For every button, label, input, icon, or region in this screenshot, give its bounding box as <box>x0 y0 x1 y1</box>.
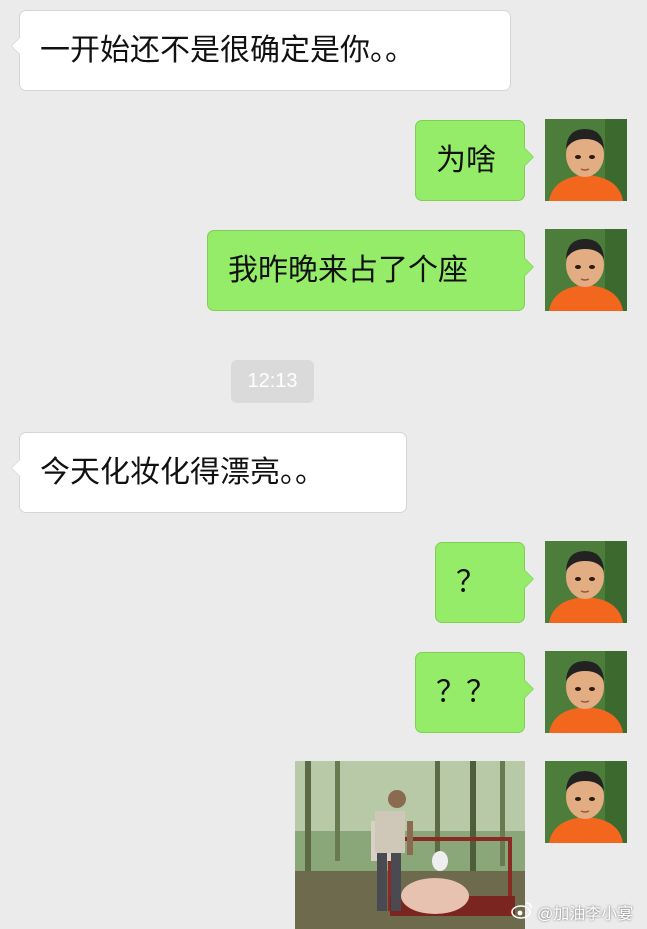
message-text: 我昨晚来占了个座 <box>228 252 468 288</box>
avatar[interactable] <box>545 119 627 201</box>
weibo-icon <box>511 901 533 924</box>
boy-portrait-icon <box>545 761 627 843</box>
message-text: 为啥 <box>436 142 496 178</box>
boy-portrait-icon <box>545 651 627 733</box>
message-bubble-incoming[interactable]: 一开始还不是很确定是你。。 <box>11 10 511 91</box>
avatar[interactable] <box>545 229 627 311</box>
avatar[interactable] <box>545 761 627 843</box>
message-bubble-outgoing[interactable]: 我昨晚来占了个座 <box>207 230 534 311</box>
photo-man-with-pig-image <box>295 761 525 929</box>
message-bubble-outgoing[interactable]: ？？ <box>415 652 534 733</box>
message-bubble-outgoing[interactable]: 为啥 <box>415 120 534 201</box>
avatar[interactable] <box>545 541 627 623</box>
message-bubble-incoming[interactable]: 今天化妆化得漂亮。。 <box>11 432 407 513</box>
message-text: ？？ <box>436 674 496 710</box>
boy-portrait-icon <box>545 119 627 201</box>
timestamp-badge: 12:13 <box>231 360 314 403</box>
boy-portrait-icon <box>545 541 627 623</box>
watermark-text: @加油李小宴 <box>537 906 634 923</box>
image-message[interactable] <box>295 761 525 929</box>
watermark: @加油李小宴 <box>511 900 633 924</box>
message-text: 一开始还不是很确定是你。。 <box>40 32 415 68</box>
avatar[interactable] <box>545 651 627 733</box>
boy-portrait-icon <box>545 229 627 311</box>
message-text: ？ <box>456 564 486 600</box>
message-text: 今天化妆化得漂亮。。 <box>40 454 325 490</box>
message-bubble-outgoing[interactable]: ？ <box>435 542 534 623</box>
